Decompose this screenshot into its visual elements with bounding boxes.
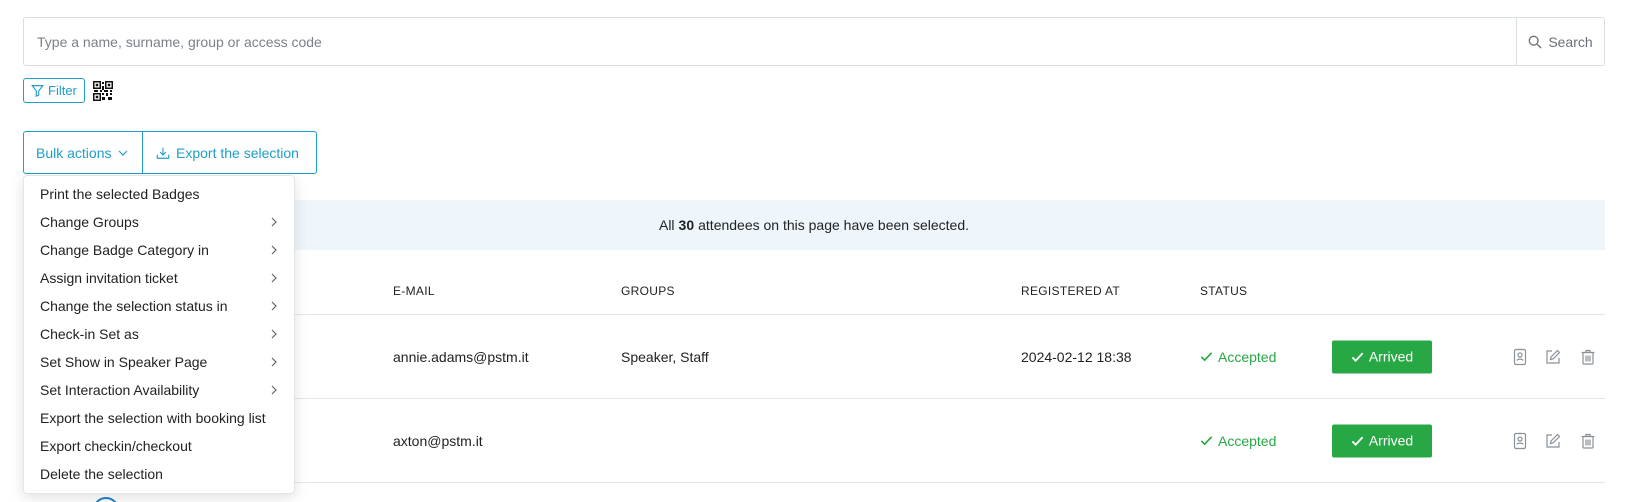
column-header-registered-at: REGISTERED AT	[1021, 284, 1121, 298]
column-header-groups: GROUPS	[621, 284, 675, 298]
chevron-right-icon	[271, 273, 277, 283]
column-header-status: STATUS	[1200, 284, 1248, 298]
selection-banner-prefix: All	[658, 217, 675, 233]
menu-item-print-badges[interactable]: Print the selected Badges	[24, 180, 294, 208]
trash-icon[interactable]	[1579, 348, 1597, 366]
chevron-right-icon	[271, 329, 277, 339]
bulk-actions-group: Bulk actions Export the selection	[23, 131, 317, 174]
menu-item-export-booking-list[interactable]: Export the selection with booking list	[24, 404, 294, 432]
download-icon	[156, 147, 170, 159]
check-icon	[1200, 352, 1213, 362]
chevron-right-icon	[271, 245, 277, 255]
menu-item-label: Assign invitation ticket	[40, 270, 178, 286]
menu-item-label: Change the selection status in	[40, 298, 228, 314]
edit-icon[interactable]	[1544, 432, 1562, 450]
menu-item-check-in-set[interactable]: Check-in Set as	[24, 320, 294, 348]
avatar	[93, 497, 119, 502]
trash-icon[interactable]	[1579, 432, 1597, 450]
chevron-right-icon	[271, 301, 277, 311]
menu-item-label: Change Groups	[40, 214, 139, 230]
column-header-email: E-MAIL	[393, 284, 435, 298]
check-icon	[1351, 436, 1364, 446]
menu-item-assign-invitation-ticket[interactable]: Assign invitation ticket	[24, 264, 294, 292]
filter-button[interactable]: Filter	[23, 78, 85, 103]
search-button[interactable]: Search	[1516, 18, 1604, 65]
status-badge: Accepted	[1200, 349, 1276, 365]
menu-item-delete-selection[interactable]: Delete the selection	[24, 460, 294, 488]
arrived-button[interactable]: Arrived	[1332, 424, 1432, 457]
edit-icon[interactable]	[1544, 348, 1562, 366]
chevron-right-icon	[271, 217, 277, 227]
menu-item-label: Print the selected Badges	[40, 186, 200, 202]
menu-item-label: Delete the selection	[40, 466, 163, 482]
export-selection-button[interactable]: Export the selection	[143, 132, 316, 173]
menu-item-label: Set Interaction Availability	[40, 382, 200, 398]
qr-code-icon[interactable]	[93, 81, 113, 101]
menu-item-export-checkin-checkout[interactable]: Export checkin/checkout	[24, 432, 294, 460]
menu-item-label: Export the selection with booking list	[40, 410, 266, 426]
arrived-label: Arrived	[1368, 348, 1414, 365]
chevron-right-icon	[271, 385, 277, 395]
bulk-actions-menu: Print the selected Badges Change Groups …	[23, 175, 295, 494]
row-email: axton@pstm.it	[393, 432, 483, 449]
menu-item-label: Check-in Set as	[40, 326, 139, 342]
check-icon	[1351, 352, 1364, 362]
menu-item-change-groups[interactable]: Change Groups	[24, 208, 294, 236]
check-icon	[1200, 436, 1213, 446]
status-badge: Accepted	[1200, 433, 1276, 449]
menu-item-interaction-availability[interactable]: Set Interaction Availability	[24, 376, 294, 404]
bulk-actions-label: Bulk actions	[36, 144, 112, 161]
row-registered-at: 2024-02-12 18:38	[1021, 348, 1132, 365]
search-button-label: Search	[1548, 33, 1593, 50]
badge-icon[interactable]	[1511, 348, 1529, 366]
menu-item-change-badge-category[interactable]: Change Badge Category in	[24, 236, 294, 264]
menu-item-show-in-speaker-page[interactable]: Set Show in Speaker Page	[24, 348, 294, 376]
filter-label: Filter	[48, 83, 77, 98]
menu-item-label: Set Show in Speaker Page	[40, 354, 208, 370]
selection-banner-suffix: attendees on this page have been selecte…	[698, 217, 969, 233]
badge-icon[interactable]	[1511, 432, 1529, 450]
search-input[interactable]	[24, 18, 1516, 65]
arrived-button[interactable]: Arrived	[1332, 340, 1432, 373]
bulk-actions-button[interactable]: Bulk actions	[24, 132, 143, 173]
search-icon	[1528, 35, 1542, 49]
search-bar: Search	[23, 17, 1605, 66]
menu-item-change-selection-status[interactable]: Change the selection status in	[24, 292, 294, 320]
menu-item-label: Export checkin/checkout	[40, 438, 192, 454]
status-label: Accepted	[1218, 432, 1277, 449]
chevron-down-icon	[119, 150, 128, 156]
row-email: annie.adams@pstm.it	[393, 348, 529, 365]
status-label: Accepted	[1218, 348, 1277, 365]
row-groups: Speaker, Staff	[621, 348, 709, 365]
chevron-right-icon	[271, 357, 277, 367]
arrived-label: Arrived	[1368, 432, 1414, 449]
export-selection-label: Export the selection	[176, 144, 299, 161]
selection-count: 30	[678, 217, 695, 233]
filter-icon	[31, 85, 44, 97]
menu-item-label: Change Badge Category in	[40, 242, 209, 258]
